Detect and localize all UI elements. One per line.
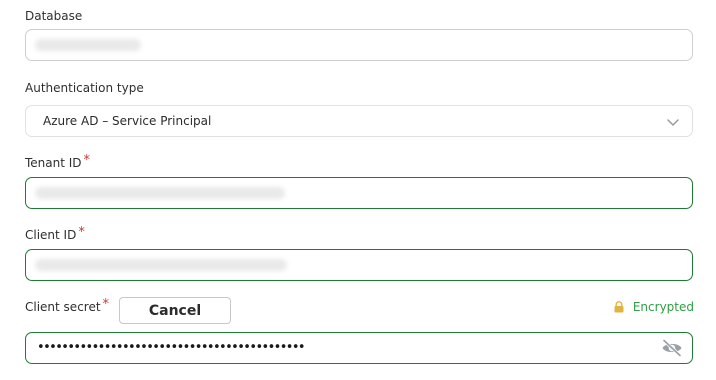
auth-type-label-text: Authentication type	[25, 81, 144, 95]
redacted-value	[35, 187, 285, 199]
required-asterisk: *	[83, 153, 91, 168]
database-label: Database	[25, 9, 82, 23]
required-asterisk: *	[78, 225, 85, 240]
tenant-id-label-text: Tenant ID	[25, 156, 82, 170]
encrypted-indicator: Encrypted	[613, 300, 694, 314]
database-label-text: Database	[25, 9, 83, 23]
database-input[interactable]	[25, 29, 693, 61]
cancel-button[interactable]: Cancel	[119, 297, 231, 324]
auth-type-selected-value: Azure AD – Service Principal	[43, 114, 212, 128]
client-secret-label: Client secret *	[25, 297, 110, 315]
client-id-label: Client ID *	[25, 225, 85, 243]
client-id-label-text: Client ID	[25, 228, 77, 242]
tenant-id-input[interactable]	[25, 177, 693, 209]
eye-off-icon[interactable]	[661, 339, 683, 357]
lock-icon	[614, 301, 624, 313]
required-asterisk: *	[102, 297, 110, 312]
encrypted-label: Encrypted	[632, 300, 694, 314]
chevron-down-icon	[667, 119, 679, 126]
auth-type-label: Authentication type	[25, 81, 144, 95]
tenant-id-label: Tenant ID *	[25, 153, 91, 171]
auth-type-select[interactable]: Azure AD – Service Principal	[25, 105, 693, 137]
masked-secret-value: ••••••••••••••••••••••••••••••••••••••••…	[37, 340, 306, 356]
redacted-value	[35, 259, 287, 271]
client-secret-input[interactable]: ••••••••••••••••••••••••••••••••••••••••…	[25, 332, 693, 364]
client-id-input[interactable]	[25, 249, 693, 281]
client-secret-label-text: Client secret	[25, 300, 101, 314]
redacted-value	[35, 39, 141, 51]
